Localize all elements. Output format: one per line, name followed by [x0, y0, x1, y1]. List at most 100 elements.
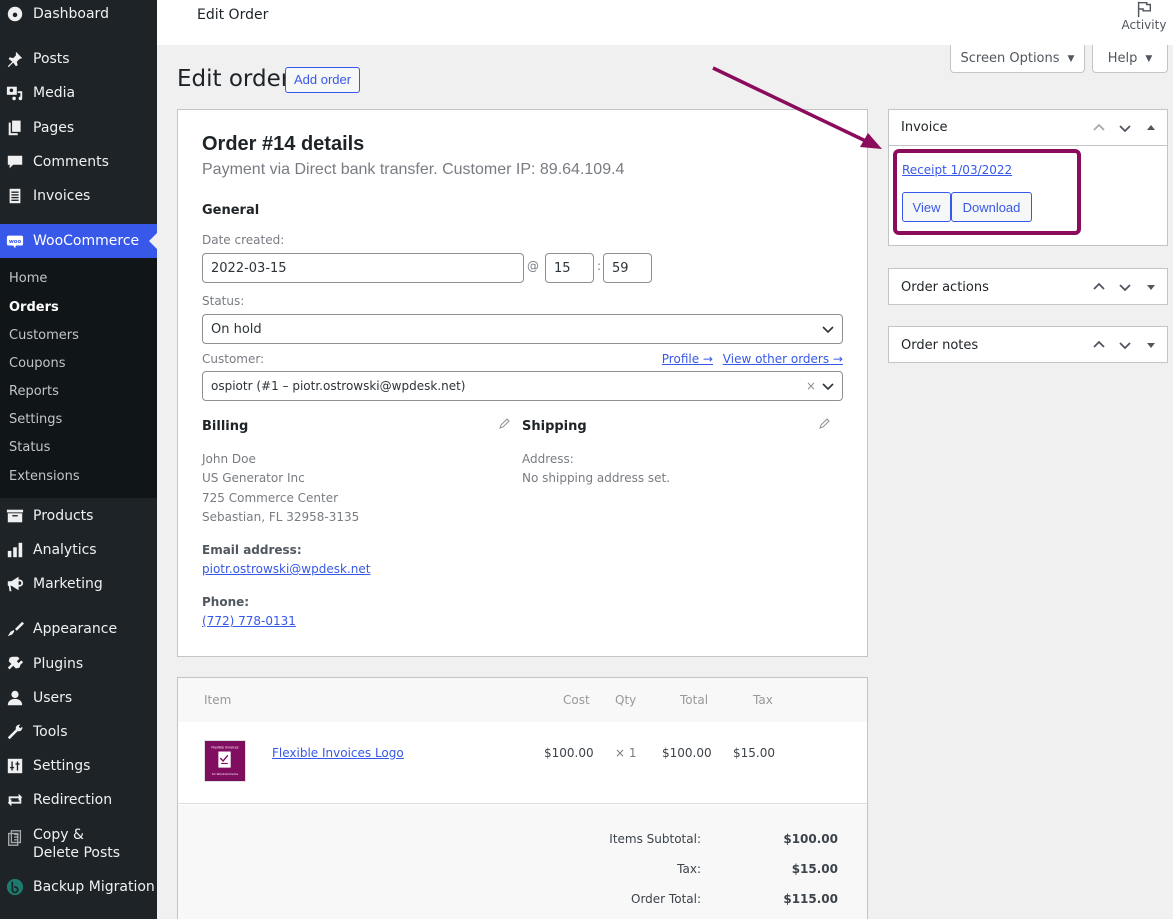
submenu-customers[interactable]: Customers [9, 326, 79, 346]
move-up-icon[interactable] [1091, 279, 1107, 295]
dashboard-icon [5, 4, 25, 24]
submenu-status[interactable]: Status [9, 438, 50, 458]
woocommerce-submenu: Home Orders Customers Coupons Reports Se… [0, 258, 157, 498]
invoice-metabox-header[interactable]: Invoice [889, 110, 1167, 146]
sidebar-item-marketing[interactable]: Marketing [0, 567, 157, 601]
help-button[interactable]: Help ▼ [1092, 45, 1168, 73]
submenu-home[interactable]: Home [9, 269, 47, 289]
shipping-heading: Shipping [522, 419, 587, 434]
add-order-button[interactable]: Add order [285, 67, 361, 93]
move-down-icon[interactable] [1117, 337, 1133, 353]
hour-input[interactable]: 15 [545, 253, 594, 283]
collapse-toggle-icon[interactable] [1143, 120, 1159, 136]
sidebar-item-label: Products [33, 508, 94, 524]
submenu-coupons[interactable]: Coupons [9, 354, 66, 374]
view-other-orders-link[interactable]: View other orders → [723, 352, 843, 366]
move-up-icon[interactable] [1091, 337, 1107, 353]
date-created-input[interactable]: 2022-03-15 [202, 253, 524, 283]
sidebar-item-label: Invoices [33, 188, 91, 204]
copy-icon [5, 828, 25, 848]
sidebar-item-label: Comments [33, 154, 109, 170]
order-notes-header[interactable]: Order notes [889, 327, 1167, 363]
sidebar-item-media[interactable]: Media [0, 76, 157, 110]
phone-label: Phone: [202, 595, 250, 609]
wrench-icon [5, 722, 25, 742]
sidebar-item-copy-delete-posts[interactable]: Copy & Delete Posts [0, 826, 157, 866]
status-label: Status: [202, 294, 245, 308]
screen-options-button[interactable]: Screen Options ▼ [950, 45, 1085, 73]
sidebar-item-pages[interactable]: Pages [0, 111, 157, 145]
edit-billing-pencil-icon[interactable] [498, 418, 510, 430]
sidebar-item-backup-migration[interactable]: Backup Migration [0, 870, 157, 904]
sidebar-item-label: Dashboard [33, 6, 109, 22]
sidebar-item-users[interactable]: Users [0, 681, 157, 715]
submenu-settings[interactable]: Settings [9, 410, 62, 430]
comment-icon [5, 152, 25, 172]
sidebar-item-comments[interactable]: Comments [0, 145, 157, 179]
sidebar-item-tools[interactable]: Tools [0, 715, 157, 749]
sidebar-item-appearance[interactable]: Appearance [0, 612, 157, 646]
edit-shipping-pencil-icon[interactable] [818, 418, 830, 430]
invoice-metabox-title: Invoice [901, 120, 948, 135]
status-select[interactable]: On hold [202, 314, 843, 344]
order-actions-title: Order actions [901, 279, 989, 295]
download-invoice-button[interactable]: Download [951, 192, 1032, 222]
admin-sidebar: Dashboard Posts Media Pages Comments Inv… [0, 0, 157, 919]
date-created-label: Date created: [202, 233, 285, 247]
sidebar-item-invoices[interactable]: Invoices [0, 179, 157, 213]
expand-toggle-icon[interactable] [1143, 337, 1159, 353]
flag-icon [1137, 1, 1152, 18]
billing-heading: Billing [202, 419, 249, 434]
col-item: Item [204, 693, 232, 707]
product-name-link[interactable]: Flexible Invoices Logo [272, 746, 404, 760]
tax-label: Tax: [677, 862, 701, 876]
megaphone-icon [5, 574, 25, 594]
sidebar-item-products[interactable]: Products [0, 499, 157, 533]
expand-toggle-icon[interactable] [1143, 279, 1159, 295]
billing-email-link[interactable]: piotr.ostrowski@wpdesk.net [202, 562, 370, 576]
order-actions-header[interactable]: Order actions [889, 269, 1167, 305]
sidebar-item-label: Plugins [33, 656, 84, 672]
receipt-link[interactable]: Receipt 1/03/2022 [902, 163, 1012, 177]
view-invoice-button[interactable]: View [902, 192, 951, 222]
chevron-down-icon [822, 383, 834, 391]
customer-select[interactable]: ospiotr (#1 – piotr.ostrowski@wpdesk.net… [202, 371, 843, 401]
billing-phone-link[interactable]: (772) 778-0131 [202, 614, 296, 628]
sidebar-item-redirection[interactable]: Redirection [0, 783, 157, 817]
date-created-value: 2022-03-15 [211, 260, 287, 276]
sidebar-item-posts[interactable]: Posts [0, 42, 157, 76]
items-table-header: Item Cost Qty Total Tax [178, 678, 867, 722]
sidebar-item-plugins[interactable]: Plugins [0, 647, 157, 681]
sidebar-item-woocommerce[interactable]: woo WooCommerce [0, 224, 157, 258]
move-up-icon[interactable] [1091, 120, 1107, 136]
email-label: Email address: [202, 543, 302, 557]
status-value: On hold [211, 321, 262, 337]
sidebar-item-dashboard[interactable]: Dashboard [0, 0, 157, 31]
media-icon [5, 83, 25, 103]
pin-icon [5, 49, 25, 69]
order-payment-info: Payment via Direct bank transfer. Custom… [202, 161, 625, 178]
sidebar-item-label: Users [33, 690, 73, 706]
profile-link[interactable]: Profile → [662, 352, 713, 366]
sidebar-item-analytics[interactable]: Analytics [0, 533, 157, 567]
sidebar-item-label: WooCommerce [33, 233, 140, 249]
order-total-value: $115.00 [783, 892, 838, 906]
page-title: Edit order [177, 66, 291, 92]
clear-icon[interactable]: × [806, 379, 816, 393]
activity-button[interactable]: Activity [1119, 0, 1169, 40]
billing-company: US Generator Inc [202, 471, 305, 485]
archive-icon [5, 506, 25, 526]
chevron-down-icon [822, 326, 834, 334]
minute-input[interactable]: 59 [603, 253, 652, 283]
submenu-reports[interactable]: Reports [9, 382, 59, 402]
move-down-icon[interactable] [1117, 279, 1133, 295]
order-actions-metabox: Order actions [888, 268, 1168, 305]
header-title: Edit Order [197, 7, 269, 23]
move-down-icon[interactable] [1117, 120, 1133, 136]
billing-city: Sebastian, FL 32958-3135 [202, 510, 360, 524]
caret-down-icon: ▼ [1145, 53, 1153, 64]
submenu-extensions[interactable]: Extensions [9, 467, 80, 487]
order-details-panel: Order #14 details Payment via Direct ban… [177, 109, 868, 657]
sidebar-item-settings[interactable]: Settings [0, 749, 157, 783]
submenu-orders[interactable]: Orders [9, 298, 59, 318]
